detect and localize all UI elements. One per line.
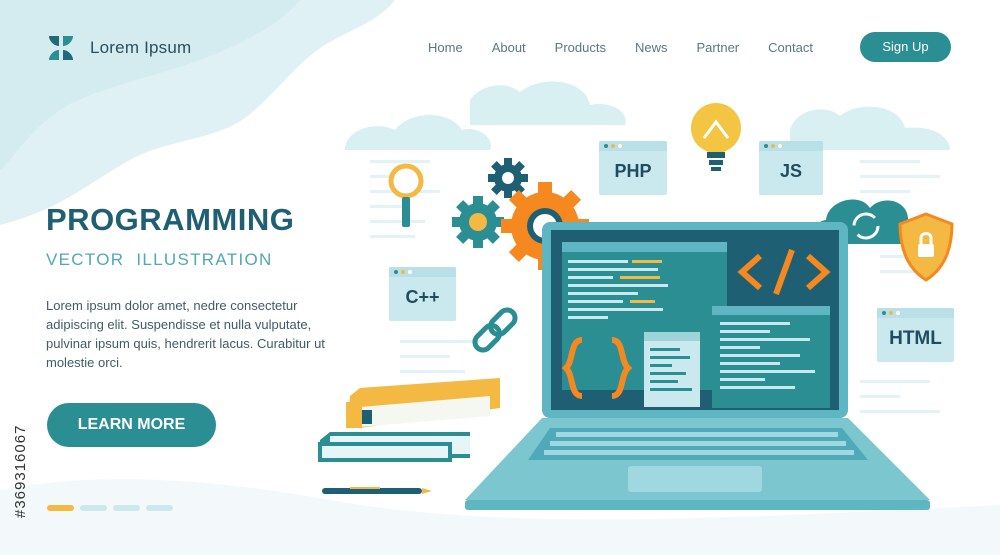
cpp-tag: C++: [389, 267, 456, 321]
html-label: HTML: [889, 328, 942, 349]
shield-lock-icon: [898, 212, 954, 282]
magnifier-icon: [388, 163, 424, 227]
programming-illustration: [318, 103, 954, 510]
chain-link-icon: [472, 307, 518, 353]
cpp-label: C++: [405, 287, 440, 307]
books-icon: [318, 378, 500, 462]
laptop-icon: [465, 222, 930, 510]
js-tag: JS: [759, 141, 823, 195]
html-tag: HTML: [877, 308, 954, 362]
pen-icon: [322, 487, 432, 494]
lightbulb-icon: [691, 103, 741, 171]
js-label: JS: [779, 161, 803, 181]
php-label: PHP: [614, 161, 652, 181]
php-tag: PHP: [599, 141, 667, 195]
